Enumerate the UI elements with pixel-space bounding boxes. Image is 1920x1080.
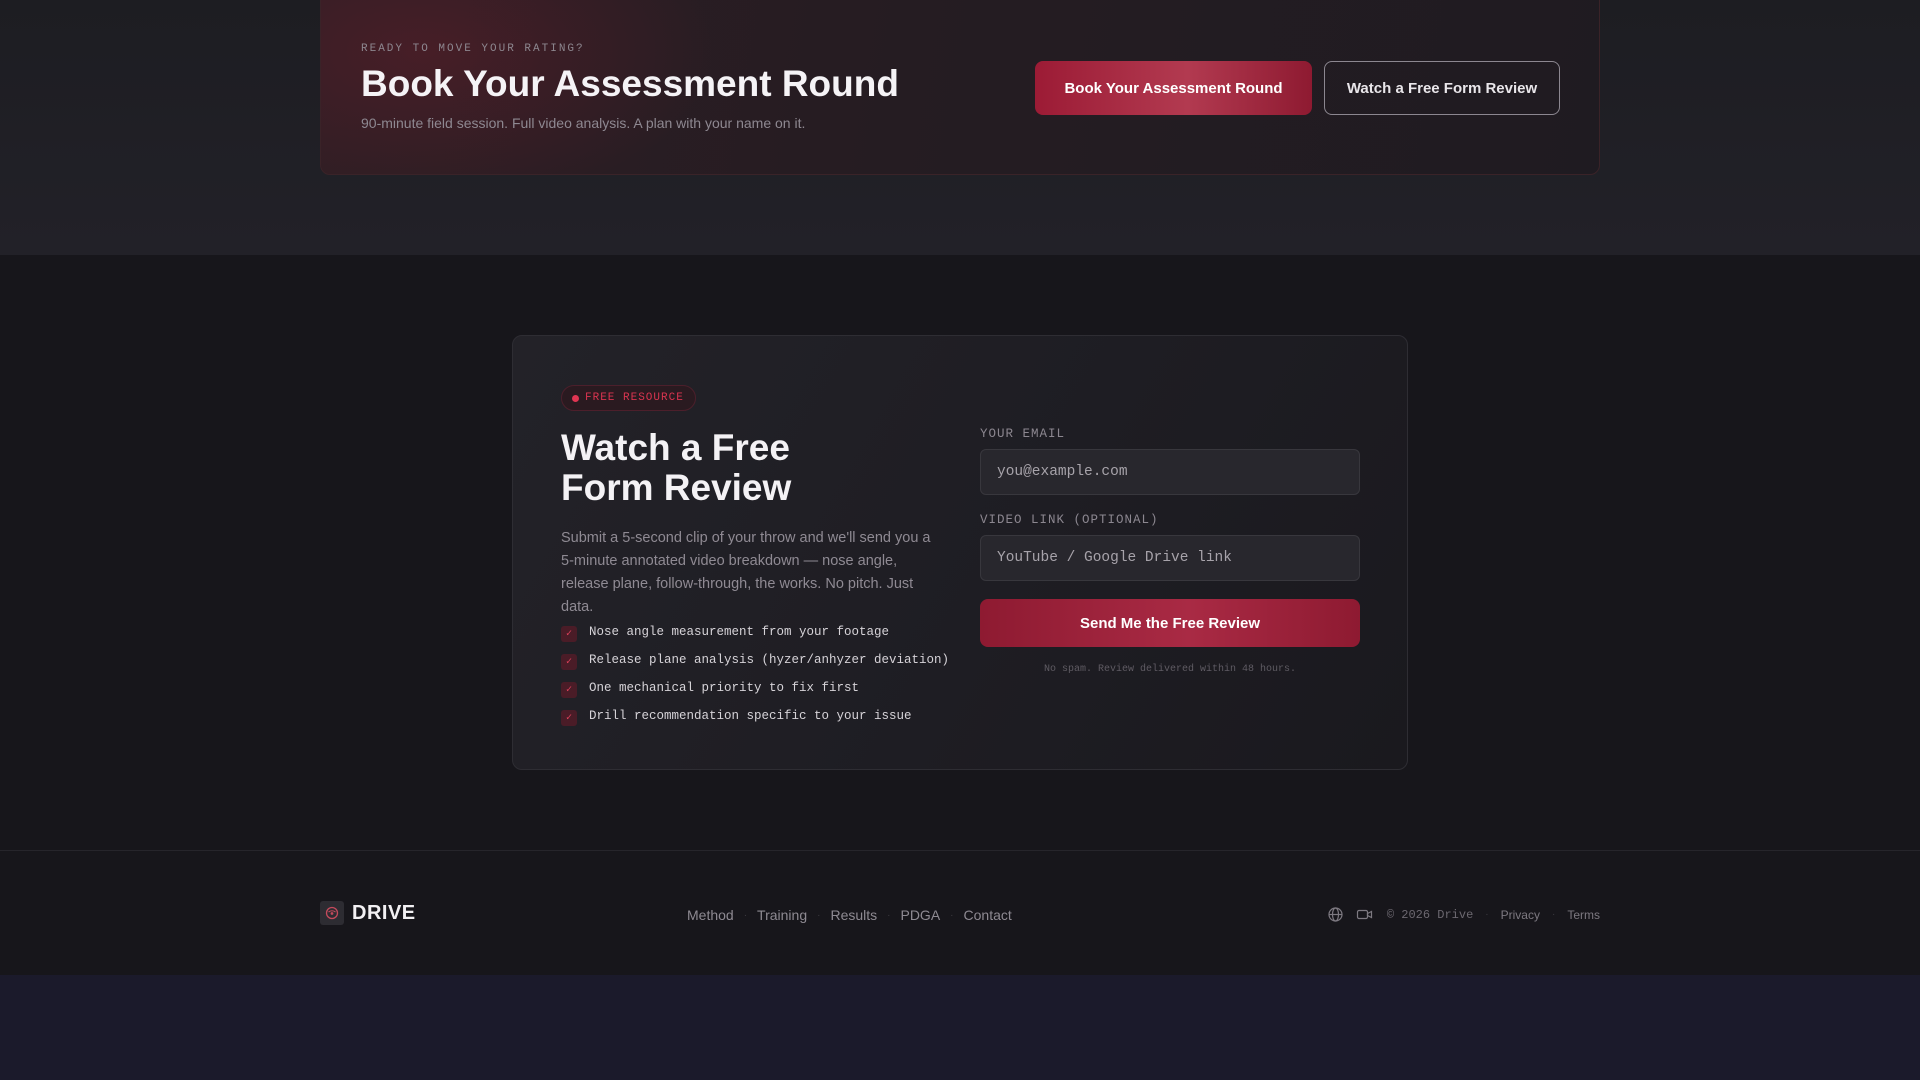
footer-link-pdga[interactable]: PDGA <box>900 907 940 923</box>
nav-separator: · <box>887 909 891 921</box>
form-note: No spam. Review delivered within 48 hour… <box>1043 664 1297 675</box>
disc-logo-icon <box>320 901 344 925</box>
checklist-item: ✓ Nose angle measurement from your foota… <box>561 618 949 646</box>
footer-link-method[interactable]: Method <box>687 907 734 923</box>
globe-icon[interactable] <box>1327 906 1344 923</box>
video-link-label: VIDEO LINK (OPTIONAL) <box>980 513 1159 527</box>
badge-dot-icon <box>572 394 579 402</box>
footer-nav: Method · Training · Results · PDGA · Con… <box>687 907 1012 923</box>
terms-link[interactable]: Terms <box>1567 908 1600 922</box>
free-review-card: FREE RESOURCE Watch a Free Form Review S… <box>512 335 1408 770</box>
nav-separator: · <box>950 909 954 921</box>
send-free-review-button[interactable]: Send Me the Free Review <box>980 599 1360 647</box>
checklist-item-label: Nose angle measurement from your footage <box>589 625 890 639</box>
badge-label: FREE RESOURCE <box>585 392 684 404</box>
nav-separator: · <box>817 909 821 921</box>
checklist-item-label: Release plane analysis (hyzer/anhyzer de… <box>589 653 950 667</box>
checklist-item: ✓ Release plane analysis (hyzer/anhyzer … <box>561 646 949 674</box>
free-resource-badge: FREE RESOURCE <box>561 385 696 411</box>
cta-section: READY TO MOVE YOUR RATING? Book Your Ass… <box>0 0 1920 255</box>
meta-separator: · <box>1551 909 1556 920</box>
footer-meta: © 2026 Drive · Privacy · Terms <box>1327 906 1600 923</box>
watch-free-review-button[interactable]: Watch a Free Form Review <box>1324 61 1560 115</box>
free-review-title: Watch a Free Form Review <box>561 427 792 508</box>
book-assessment-button[interactable]: Book Your Assessment Round <box>1035 61 1312 115</box>
free-review-description: Submit a 5-second clip of your throw and… <box>561 530 931 615</box>
footer-logo[interactable]: DRIVE <box>320 901 416 925</box>
email-field[interactable] <box>980 449 1360 495</box>
site-footer: DRIVE Method · Training · Results · PDGA… <box>0 850 1920 975</box>
email-label: YOUR EMAIL <box>980 427 1066 441</box>
free-resource-section: FREE RESOURCE Watch a Free Form Review S… <box>0 255 1920 850</box>
checklist-item-label: One mechanical priority to fix first <box>589 681 860 695</box>
checklist-item-label: Drill recommendation specific to your is… <box>589 709 912 723</box>
footer-link-contact[interactable]: Contact <box>964 907 1012 923</box>
video-camera-icon[interactable] <box>1356 906 1373 923</box>
cta-title: Book Your Assessment Round <box>361 63 899 104</box>
check-icon: ✓ <box>561 709 577 726</box>
nav-separator: · <box>743 909 748 921</box>
copyright-text: © 2026 Drive <box>1386 907 1474 922</box>
meta-separator: · <box>1485 909 1489 920</box>
cta-card: READY TO MOVE YOUR RATING? Book Your Ass… <box>320 0 1600 175</box>
check-icon: ✓ <box>561 653 577 670</box>
cta-eyebrow: READY TO MOVE YOUR RATING? <box>361 43 585 55</box>
checklist-item: ✓ Drill recommendation specific to your … <box>561 702 949 730</box>
video-link-field[interactable] <box>980 535 1360 581</box>
check-icon: ✓ <box>561 681 577 698</box>
check-icon: ✓ <box>561 625 577 642</box>
checklist-item: ✓ One mechanical priority to fix first <box>561 674 949 702</box>
footer-link-training[interactable]: Training <box>757 907 807 923</box>
benefit-checklist: ✓ Nose angle measurement from your foota… <box>561 618 949 730</box>
cta-subtitle: 90-minute field session. Full video anal… <box>361 115 806 131</box>
footer-link-results[interactable]: Results <box>830 907 877 923</box>
logo-text: DRIVE <box>352 901 416 924</box>
privacy-link[interactable]: Privacy <box>1501 908 1540 922</box>
